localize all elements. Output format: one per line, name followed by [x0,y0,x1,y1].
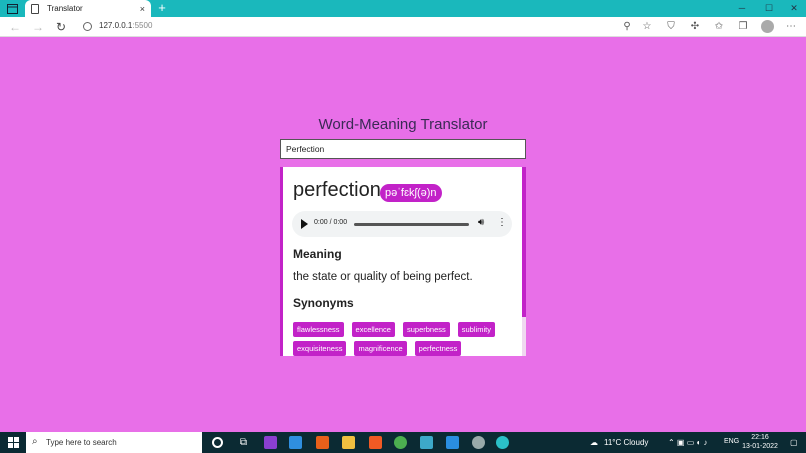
synonym-chip[interactable]: perfectness [414,341,462,356]
pronunciation-audio-player[interactable]: 0:00 / 0:00 🔊︎ ⋮ [292,211,512,237]
volume-icon[interactable]: 🔊︎ [478,217,484,228]
language-indicator[interactable]: ENG [724,438,739,445]
result-card: perfection pəˈfɛkʃ(ə)n 0:00 / 0:00 🔊︎ ⋮ … [280,167,526,356]
close-window-button[interactable]: ✕ [781,0,806,17]
more-icon[interactable]: ⋯ [784,20,798,34]
shield-icon[interactable]: ⛉ [664,20,678,34]
browser-tab-strip: Translator × + ─ ☐ ✕ [0,0,806,17]
edge-icon[interactable] [496,436,509,449]
profile-avatar[interactable] [761,20,774,33]
browser-tab[interactable]: Translator × [25,0,151,17]
app-icon[interactable] [472,436,485,449]
page-title: Word-Meaning Translator [318,116,488,133]
forward-icon[interactable]: → [30,19,46,35]
synonyms-heading: Synonyms [293,296,354,310]
favorites-icon[interactable]: ✩ [712,20,726,34]
meaning-heading: Meaning [293,247,342,261]
maximize-button[interactable]: ☐ [756,0,782,17]
app-icon[interactable] [289,436,302,449]
tab-actions-icon[interactable] [4,2,20,15]
task-view-icon[interactable]: ⧉ [237,436,250,449]
meaning-text: the state or quality of being perfect. [293,271,473,283]
clock-time: 22:16 [751,434,769,441]
file-explorer-icon[interactable] [342,436,355,449]
vscode-icon[interactable] [446,436,459,449]
app-icon[interactable] [420,436,433,449]
taskbar-search-box[interactable]: ⌕ Type here to search [26,432,202,453]
synonym-list: flawlessness excellence superbness subli… [293,322,513,356]
phonetic-badge: pəˈfɛkʃ(ə)n [380,184,442,202]
play-icon[interactable] [301,219,308,229]
tab-title: Translator [47,4,83,13]
taskbar: ⌕ Type here to search ⧉ ☁ 11°C Cloudy ⌃ … [0,432,806,453]
brave-icon[interactable] [369,436,382,449]
synonym-chip[interactable]: superbness [402,322,450,337]
collections-icon[interactable]: ❐ [736,20,750,34]
clock-date: 13-01-2022 [742,443,778,450]
audio-time: 0:00 / 0:00 [314,219,348,226]
notifications-icon[interactable]: ▢ [790,438,798,447]
chrome-icon[interactable] [394,436,407,449]
back-icon[interactable]: ← [7,19,23,35]
card-scrollbar-thumb[interactable] [522,167,526,317]
app-icon[interactable] [316,436,329,449]
favorite-add-icon[interactable]: ☆ [640,20,654,34]
tray-icons[interactable]: ⌃ ▣ ▭ ◐ ♪ [668,438,708,447]
site-info-icon[interactable] [83,22,92,31]
url-host: 127.0.0.1 [99,21,133,30]
clock[interactable]: 22:16 13-01-2022 [742,433,778,451]
address-bar: ← → ↻ 127.0.0.1:5500 ⚲ ☆ ⛉ ✣ ✩ ❐ ⋯ [0,17,806,37]
windows-start-icon[interactable] [8,437,19,448]
word-heading: perfection [293,179,381,201]
more-options-icon[interactable]: ⋮ [497,217,507,228]
audio-progress-bar[interactable] [354,223,469,226]
card-scrollbar[interactable] [522,167,526,356]
synonym-chip[interactable]: flawlessness [293,322,344,337]
search-icon: ⌕ [32,436,38,447]
tab-close-button[interactable]: × [140,4,145,14]
page-icon [31,3,39,14]
app-icon[interactable] [264,436,277,449]
minimize-button[interactable]: ─ [729,0,755,17]
synonym-chip[interactable]: magnificence [354,341,407,356]
zoom-icon[interactable]: ⚲ [620,20,634,34]
synonym-chip[interactable]: excellence [351,322,395,337]
cortana-icon[interactable] [212,437,223,448]
weather-text[interactable]: 11°C Cloudy [604,438,648,447]
reload-icon[interactable]: ↻ [53,19,69,35]
taskbar-search-placeholder: Type here to search [46,438,117,447]
url-port: :5500 [132,21,153,30]
extensions-icon[interactable]: ✣ [688,20,702,34]
weather-icon: ☁ [590,438,598,447]
url-field[interactable]: 127.0.0.1:5500 [99,21,152,30]
new-tab-button[interactable]: + [155,1,169,15]
word-search-input[interactable] [280,139,526,159]
synonym-chip[interactable]: sublimity [457,322,495,337]
synonym-chip[interactable]: exquisiteness [293,341,347,356]
